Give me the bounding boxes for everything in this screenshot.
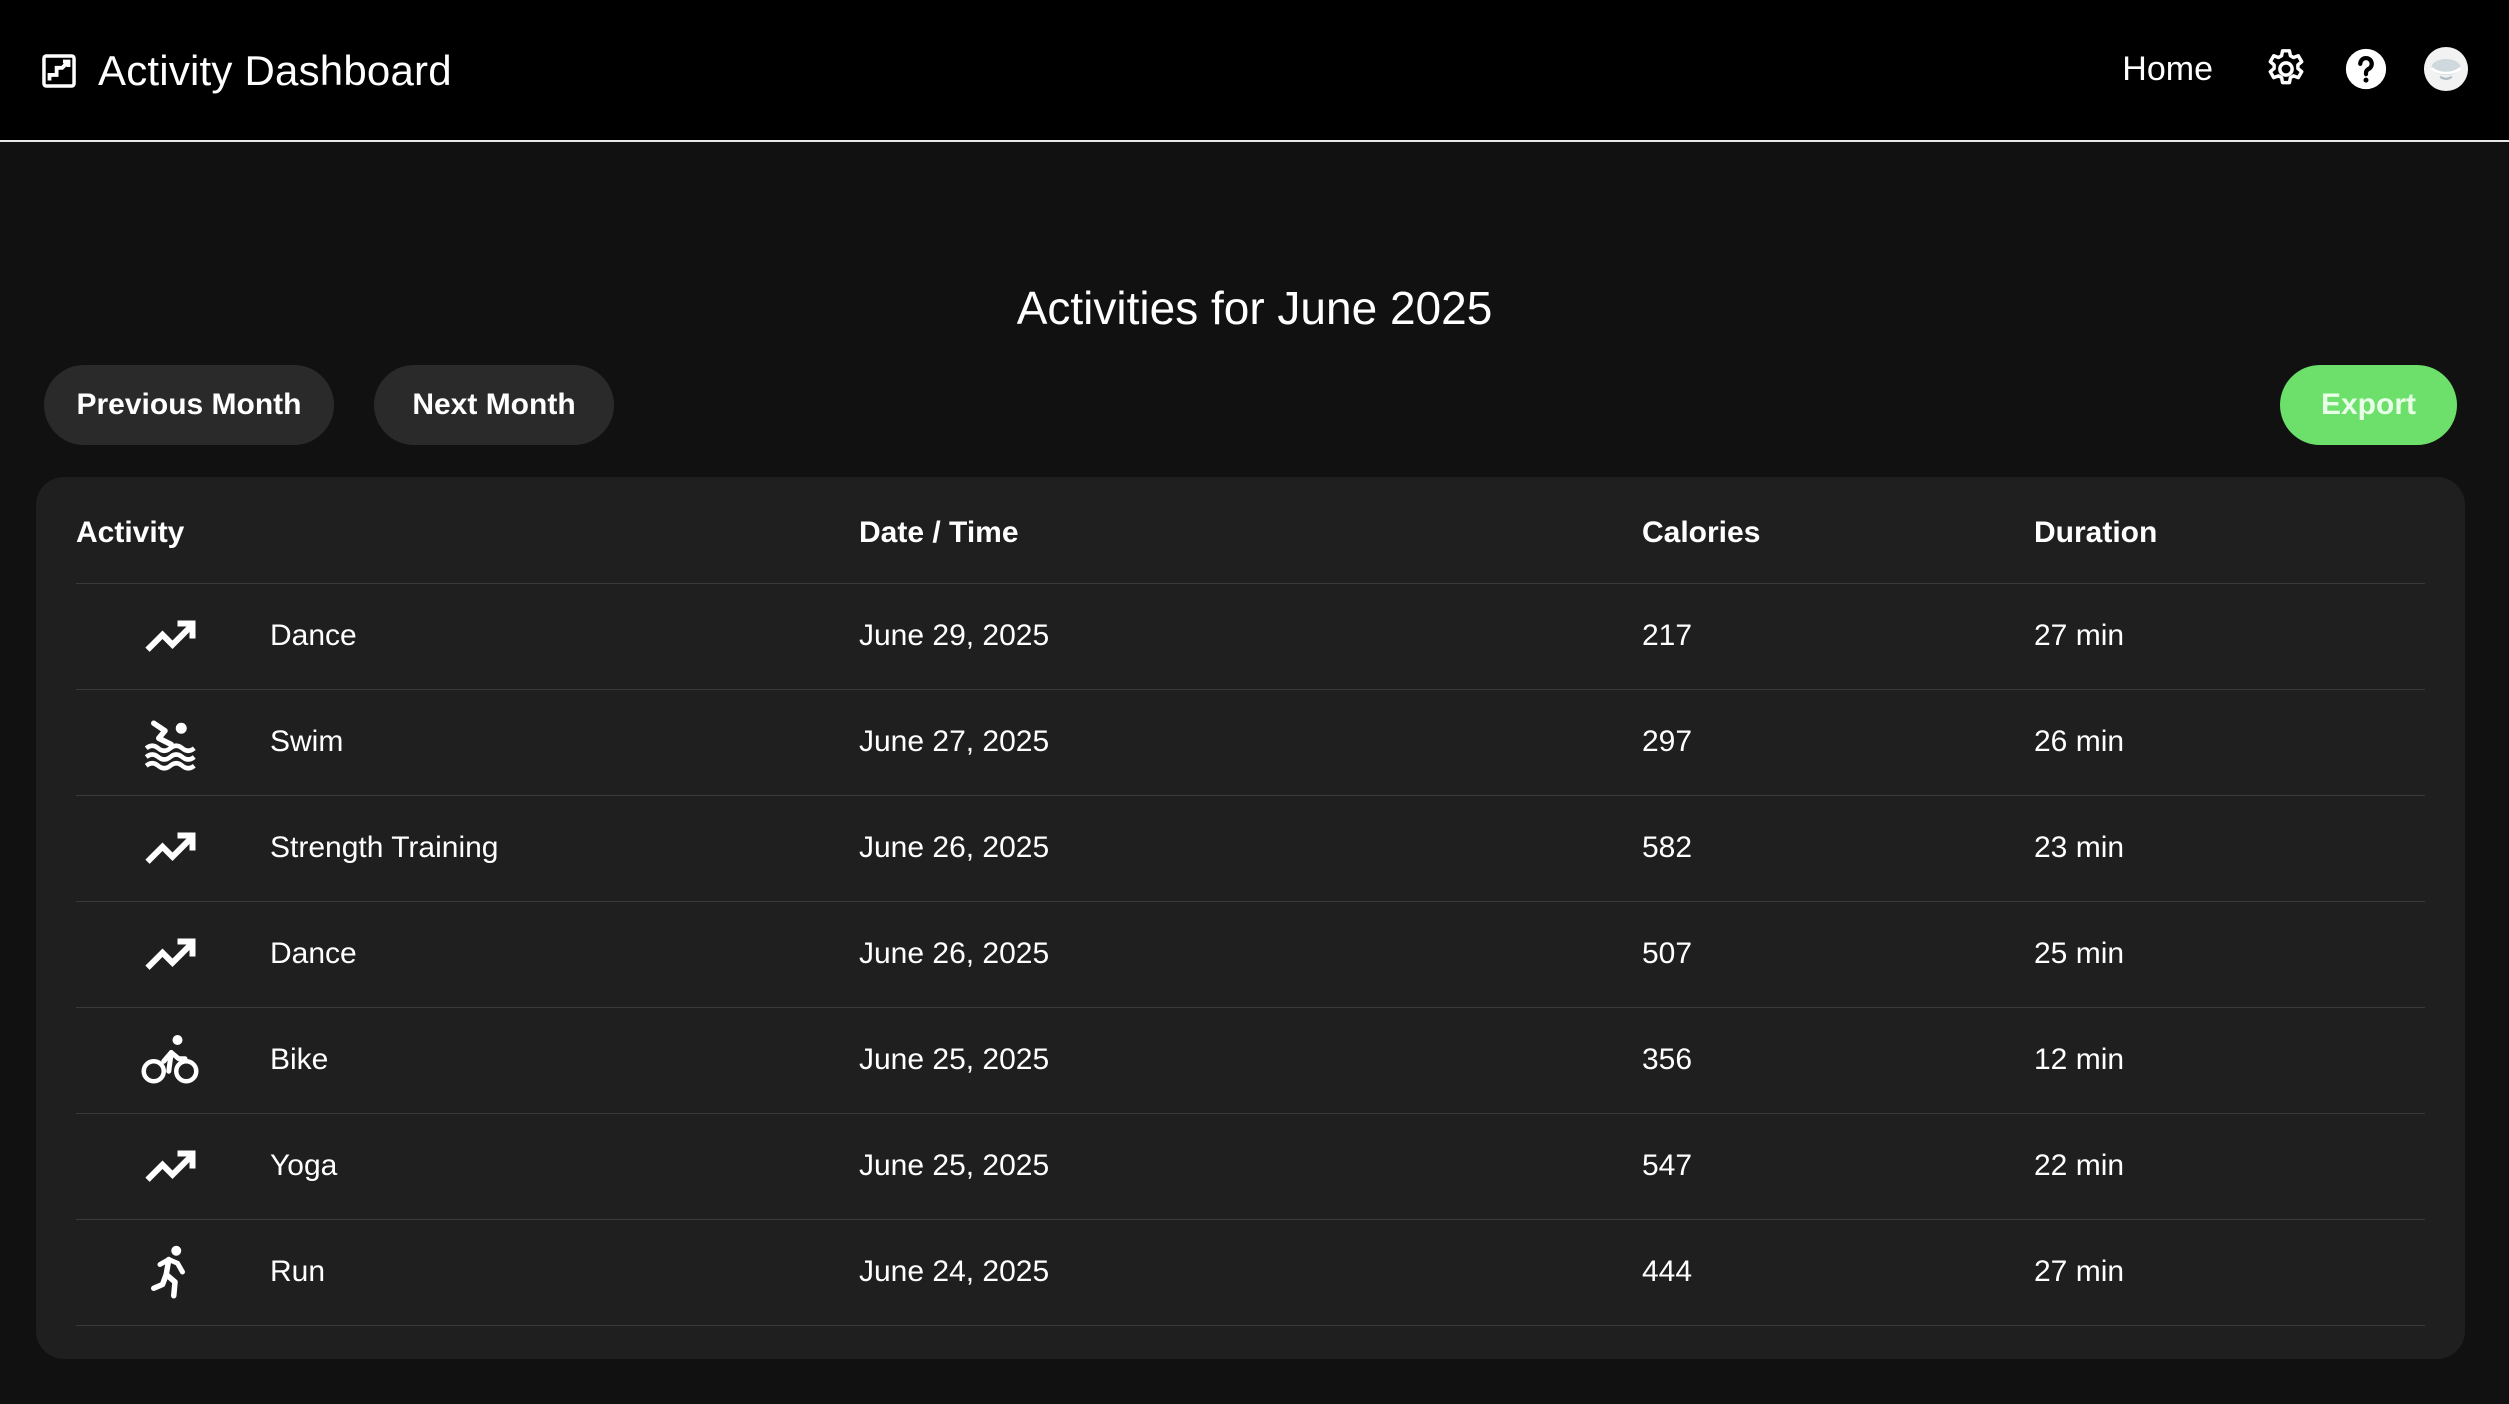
date-cell: June 24, 2025 [859, 1219, 1642, 1326]
column-header-activity: Activity [76, 477, 859, 584]
gear-icon[interactable] [2263, 46, 2309, 92]
calories-cell: 582 [1642, 795, 2034, 902]
run-icon [151, 1245, 185, 1299]
export-button[interactable]: Export [2280, 365, 2457, 445]
date-cell: June 26, 2025 [859, 795, 1642, 902]
nav-home-link[interactable]: Home [2122, 46, 2213, 92]
activity-cell: Dance [76, 583, 859, 690]
previous-month-button[interactable]: Previous Month [44, 365, 334, 445]
table-row[interactable]: Run June 24, 2025 444 27 min [76, 1219, 2425, 1326]
duration-cell: 22 min [2034, 1113, 2425, 1220]
table-row[interactable]: Bike June 25, 2025 356 12 min [76, 1007, 2425, 1114]
table-header-row: Activity Date / Time Calories Duration [76, 477, 2425, 584]
activity-name: Dance [270, 937, 357, 970]
column-header-duration: Duration [2034, 477, 2425, 584]
duration-cell: 26 min [2034, 689, 2425, 796]
calories-cell: 507 [1642, 901, 2034, 1008]
activities-table: Activity Date / Time Calories Duration D… [76, 477, 2425, 1326]
calories-cell: 356 [1642, 1007, 2034, 1114]
activity-cell: Swim [76, 689, 859, 796]
activity-name: Run [270, 1255, 326, 1288]
activity-name: Swim [270, 725, 344, 758]
app-title: Activity Dashboard [98, 47, 452, 94]
activity-cell: Bike [76, 1007, 859, 1114]
top-nav: Home [2122, 46, 2469, 92]
activity-name: Yoga [270, 1149, 338, 1182]
date-cell: June 25, 2025 [859, 1007, 1642, 1114]
activity-cell: Run [76, 1219, 859, 1326]
trending-up-icon [145, 1150, 196, 1182]
activity-name: Dance [270, 619, 357, 652]
date-cell: June 26, 2025 [859, 901, 1642, 1008]
calories-cell: 297 [1642, 689, 2034, 796]
activities-card: Activity Date / Time Calories Duration D… [36, 477, 2465, 1359]
activity-cell: Dance [76, 901, 859, 1008]
activity-name: Strength Training [270, 831, 499, 864]
activity-cell: Yoga [76, 1113, 859, 1220]
duration-cell: 27 min [2034, 583, 2425, 690]
table-row[interactable]: Swim June 27, 2025 297 26 min [76, 689, 2425, 796]
activity-cell: Strength Training [76, 795, 859, 902]
trending-up-icon [145, 938, 196, 970]
bike-icon [141, 1035, 199, 1084]
date-cell: June 25, 2025 [859, 1113, 1642, 1220]
next-month-button[interactable]: Next Month [374, 365, 614, 445]
trending-up-icon [145, 620, 196, 652]
duration-cell: 25 min [2034, 901, 2425, 1008]
page-title: Activities for June 2025 [1016, 282, 1493, 334]
duration-cell: 12 min [2034, 1007, 2425, 1114]
help-circle-icon[interactable] [2343, 46, 2389, 92]
duration-cell: 27 min [2034, 1219, 2425, 1326]
duration-cell: 23 min [2034, 795, 2425, 902]
date-cell: June 27, 2025 [859, 689, 1642, 796]
chart-box-icon [42, 54, 76, 88]
swim-icon [144, 720, 196, 771]
table-row[interactable]: Yoga June 25, 2025 547 22 min [76, 1113, 2425, 1220]
table-row[interactable]: Strength Training June 26, 2025 582 23 m… [76, 795, 2425, 902]
table-row[interactable]: Dance June 26, 2025 507 25 min [76, 901, 2425, 1008]
calories-cell: 547 [1642, 1113, 2034, 1220]
top-app-bar: Activity Dashboard Home [0, 0, 2509, 142]
date-cell: June 29, 2025 [859, 583, 1642, 690]
calories-cell: 217 [1642, 583, 2034, 690]
avatar[interactable] [2423, 46, 2469, 92]
brand: Activity Dashboard [40, 48, 452, 94]
column-header-date: Date / Time [859, 477, 1642, 584]
calories-cell: 444 [1642, 1219, 2034, 1326]
table-row[interactable]: Dance June 29, 2025 217 27 min [76, 583, 2425, 690]
activity-name: Bike [270, 1043, 329, 1076]
trending-up-icon [145, 832, 196, 864]
column-header-calories: Calories [1642, 477, 2034, 584]
